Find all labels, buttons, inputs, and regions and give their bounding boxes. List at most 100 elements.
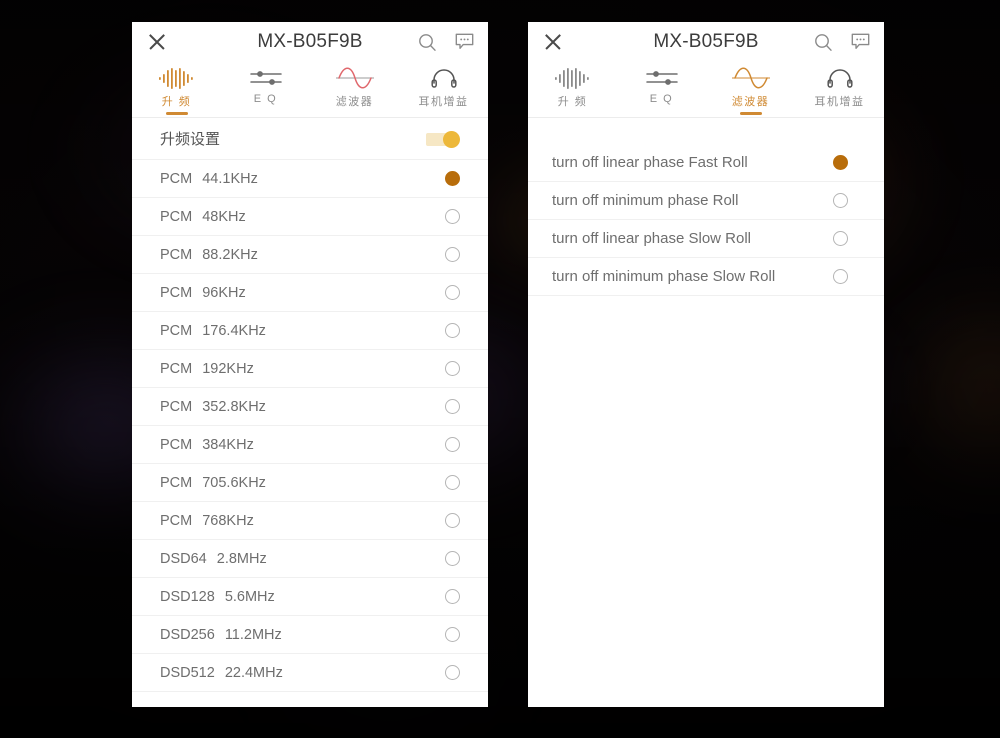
waveform-bars-icon xyxy=(157,66,197,90)
format-name: PCM xyxy=(160,398,193,415)
radio-button[interactable] xyxy=(445,399,460,414)
radio-button[interactable] xyxy=(833,193,848,208)
tab-active-underline xyxy=(165,112,188,115)
tab-active-underline xyxy=(739,112,762,115)
table-row[interactable]: PCM 384KHz xyxy=(132,426,488,464)
radio-button[interactable] xyxy=(445,209,460,224)
table-row[interactable]: DSD256 11.2MHz xyxy=(132,616,488,654)
radio-button[interactable] xyxy=(833,269,848,284)
radio-button[interactable] xyxy=(445,513,460,528)
radio-button[interactable] xyxy=(445,437,460,452)
tab-headphone-gain[interactable]: 耳机增益 xyxy=(399,62,488,117)
format-name: PCM xyxy=(160,170,193,187)
radio-button[interactable] xyxy=(445,171,460,186)
sample-rate-label: PCM 176.4KHz xyxy=(160,323,266,339)
sample-rate-label: PCM 44.1KHz xyxy=(160,171,258,187)
format-name: PCM xyxy=(160,284,193,301)
list-bottom-spacer xyxy=(132,692,488,707)
table-row[interactable]: PCM 705.6KHz xyxy=(132,464,488,502)
radio-button[interactable] xyxy=(833,231,848,246)
equalizer-sliders-icon xyxy=(643,66,681,90)
format-name: PCM xyxy=(160,474,193,491)
rate-value: 384KHz xyxy=(202,436,254,453)
right-topbar: MX-B05F9B xyxy=(528,22,884,62)
headphones-icon xyxy=(429,66,459,90)
sample-rate-label: DSD256 11.2MHz xyxy=(160,627,282,643)
right-tabbar: 升 频 E Q 滤波器 耳机增益 xyxy=(528,62,884,118)
table-row[interactable]: PCM 176.4KHz xyxy=(132,312,488,350)
tab-upsampling[interactable]: 升 频 xyxy=(132,62,221,117)
tab-filter[interactable]: 滤波器 xyxy=(310,62,399,117)
table-row[interactable]: PCM 352.8KHz xyxy=(132,388,488,426)
sample-rate-label: PCM 96KHz xyxy=(160,285,246,301)
radio-button[interactable] xyxy=(833,155,848,170)
sine-wave-icon xyxy=(729,66,773,90)
table-row[interactable]: turn off linear phase Slow Roll xyxy=(528,220,884,258)
filter-screen: MX-B05F9B 升 频 E Q 滤波器 耳机增益 turn off line… xyxy=(528,22,884,707)
table-row[interactable]: PCM 96KHz xyxy=(132,274,488,312)
sample-rate-label: PCM 192KHz xyxy=(160,361,254,377)
rate-value: 88.2KHz xyxy=(202,246,258,263)
table-row[interactable]: turn off linear phase Fast Roll xyxy=(528,144,884,182)
rate-value: 352.8KHz xyxy=(202,398,266,415)
radio-button[interactable] xyxy=(445,589,460,604)
format-name: PCM xyxy=(160,436,193,453)
rate-value: 176.4KHz xyxy=(202,322,266,339)
search-icon[interactable] xyxy=(814,33,833,52)
tab-eq[interactable]: E Q xyxy=(221,62,310,117)
radio-button[interactable] xyxy=(445,475,460,490)
sample-rate-label: PCM 768KHz xyxy=(160,513,254,529)
format-name: DSD256 xyxy=(160,626,215,643)
radio-button[interactable] xyxy=(445,361,460,376)
format-name: PCM xyxy=(160,208,193,225)
format-name: PCM xyxy=(160,512,193,529)
rate-value: 5.6MHz xyxy=(224,588,275,605)
chat-bubble-icon[interactable] xyxy=(851,33,870,51)
tab-filter[interactable]: 滤波器 xyxy=(706,62,795,117)
upsampling-settings-row: 升频设置 xyxy=(132,118,488,160)
radio-button[interactable] xyxy=(445,247,460,262)
tab-label-filter: 滤波器 xyxy=(731,96,770,108)
tab-label-upsampling: 升 频 xyxy=(557,96,588,108)
sample-rate-label: DSD512 22.4MHz xyxy=(160,665,283,681)
right-topbar-actions xyxy=(814,33,870,52)
table-row[interactable]: PCM 44.1KHz xyxy=(132,160,488,198)
tab-eq[interactable]: E Q xyxy=(617,62,706,117)
format-name: PCM xyxy=(160,360,193,377)
radio-button[interactable] xyxy=(445,323,460,338)
upsampling-toggle[interactable] xyxy=(426,130,460,148)
rate-value: 2.8MHz xyxy=(216,550,267,567)
table-row[interactable]: PCM 88.2KHz xyxy=(132,236,488,274)
close-icon[interactable] xyxy=(146,31,168,53)
sample-rate-label: DSD64 2.8MHz xyxy=(160,551,267,567)
rate-value: 192KHz xyxy=(202,360,254,377)
radio-button[interactable] xyxy=(445,627,460,642)
table-row[interactable]: PCM 768KHz xyxy=(132,502,488,540)
table-row[interactable]: DSD128 5.6MHz xyxy=(132,578,488,616)
radio-button[interactable] xyxy=(445,285,460,300)
rate-value: 705.6KHz xyxy=(202,474,266,491)
table-row[interactable]: PCM 192KHz xyxy=(132,350,488,388)
equalizer-sliders-icon xyxy=(247,66,285,90)
tab-label-eq: E Q xyxy=(649,93,674,105)
table-row[interactable]: DSD512 22.4MHz xyxy=(132,654,488,692)
table-row[interactable]: turn off minimum phase Roll xyxy=(528,182,884,220)
rate-value: 48KHz xyxy=(202,208,246,225)
tab-headphone-gain[interactable]: 耳机增益 xyxy=(795,62,884,117)
radio-button[interactable] xyxy=(445,551,460,566)
chat-bubble-icon[interactable] xyxy=(455,33,474,51)
filter-list: turn off linear phase Fast Roll turn off … xyxy=(528,144,884,296)
sample-rate-label: PCM 48KHz xyxy=(160,209,246,225)
filter-label: turn off minimum phase Slow Roll xyxy=(552,268,776,285)
table-row[interactable]: DSD64 2.8MHz xyxy=(132,540,488,578)
sine-wave-icon xyxy=(333,66,377,90)
rate-value: 44.1KHz xyxy=(202,170,258,187)
tab-label-headphone-gain: 耳机增益 xyxy=(418,96,469,108)
close-icon[interactable] xyxy=(542,31,564,53)
radio-button[interactable] xyxy=(445,665,460,680)
tab-label-upsampling: 升 频 xyxy=(161,96,192,108)
search-icon[interactable] xyxy=(418,33,437,52)
tab-upsampling[interactable]: 升 频 xyxy=(528,62,617,117)
table-row[interactable]: turn off minimum phase Slow Roll xyxy=(528,258,884,296)
table-row[interactable]: PCM 48KHz xyxy=(132,198,488,236)
